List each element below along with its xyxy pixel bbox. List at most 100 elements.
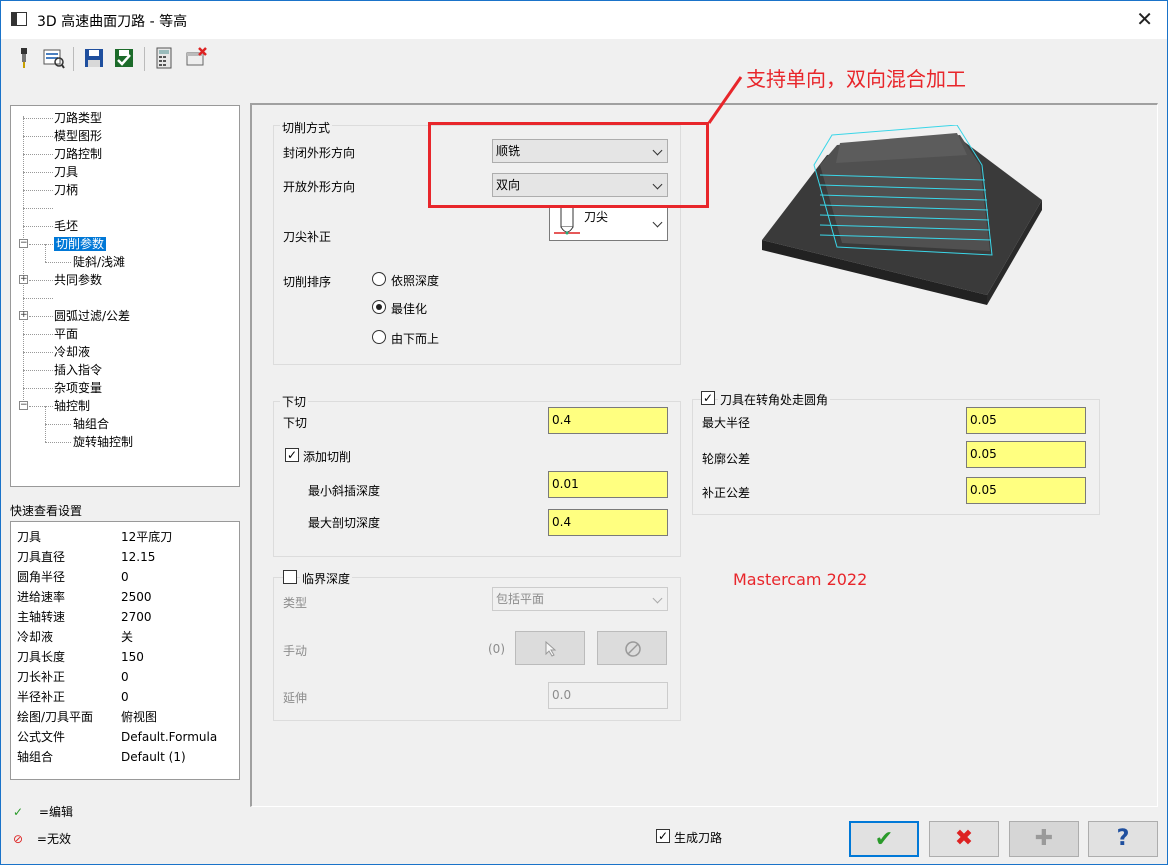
tree-item-holder[interactable]: 刀柄: [54, 181, 78, 199]
app-icon: [11, 12, 27, 26]
close-button[interactable]: ✕: [1136, 7, 1153, 31]
quickview-value: 0: [121, 690, 129, 704]
tree-guide-line: [29, 406, 53, 407]
type-select[interactable]: 包括平面: [492, 587, 668, 611]
toolbar-separator: [73, 47, 74, 71]
quickview-value: 150: [121, 650, 144, 664]
order-by-depth-radio[interactable]: [372, 272, 386, 286]
quickview-panel: 刀具 12平底刀 刀具直径 12.15 圆角半径 0 进给速率 2500 主轴转速 270…: [10, 521, 240, 780]
tree-item-planes[interactable]: 平面: [54, 325, 78, 343]
order-optimize-radio[interactable]: [372, 300, 386, 314]
profile-tol-input[interactable]: 0.05: [966, 441, 1086, 468]
quickview-value: 俯视图: [121, 710, 158, 724]
order-bottom-up-label: 由下而上: [391, 332, 440, 346]
max-cut-input[interactable]: 0.4: [548, 509, 668, 536]
calculator-icon[interactable]: [153, 47, 175, 69]
tool-tip-icon: [554, 207, 580, 235]
quickview-value: 2700: [121, 610, 152, 624]
tree-item-tool[interactable]: 刀具: [54, 163, 78, 181]
max-radius-label: 最大半径: [702, 416, 751, 430]
max-radius-input[interactable]: 0.05: [966, 407, 1086, 434]
clear-selection-button[interactable]: [597, 631, 667, 665]
min-ramp-input[interactable]: 0.01: [548, 471, 668, 498]
quickview-value: 12.15: [121, 550, 156, 564]
tree-guide-line: [45, 442, 71, 443]
save-icon[interactable]: [83, 47, 105, 69]
stepdown-input[interactable]: 0.4: [548, 407, 668, 434]
collapse-icon[interactable]: −: [19, 239, 28, 248]
tree-guide-line: [23, 154, 53, 155]
tool-icon[interactable]: [13, 47, 35, 69]
ok-button[interactable]: ✔: [849, 821, 919, 857]
quickview-value: 12平底刀: [121, 530, 173, 544]
toolbar: [1, 39, 1167, 79]
type-value: 包括平面: [496, 592, 545, 606]
profile-tol-label: 轮廓公差: [702, 452, 751, 466]
quickview-key: 轴组合: [17, 750, 54, 764]
tree-guide-line: [23, 208, 53, 209]
tree-item-arc-filter[interactable]: 圆弧过滤/公差: [54, 307, 130, 325]
tree-guide-line: [23, 116, 24, 406]
tree-item-common-params[interactable]: 共同参数: [54, 271, 102, 289]
tree-item-model-geometry[interactable]: 模型图形: [54, 127, 102, 145]
tree-item-toolpath-control[interactable]: 刀路控制: [54, 145, 102, 163]
expand-icon[interactable]: +: [19, 311, 28, 320]
main-panel: 切削方式 封闭外形方向 顺铣 开放外形方向 双向 刀尖补正 刀尖 切削排序 依照…: [250, 67, 1158, 807]
cancel-button[interactable]: ✖: [929, 821, 999, 857]
generate-toolpath-checkbox[interactable]: ✓: [656, 829, 670, 843]
chevron-down-icon: [652, 593, 663, 604]
quickview-row: 冷却液 关: [17, 627, 237, 647]
tree-item-rotary-axis[interactable]: 旋转轴控制: [73, 433, 133, 451]
order-by-depth-label: 依照深度: [391, 274, 440, 288]
quickview-key: 冷却液: [17, 630, 54, 644]
tree-guide-line: [23, 172, 53, 173]
help-button[interactable]: ?: [1088, 821, 1158, 857]
order-bottom-up-radio[interactable]: [372, 330, 386, 344]
extend-input[interactable]: 0.0: [548, 682, 668, 709]
select-cursor-button[interactable]: [515, 631, 585, 665]
dialog-window: 3D 高速曲面刀路 - 等高 ✕ 刀路类型 模型图形 刀路控制 刀具 刀柄 毛坯…: [0, 0, 1168, 865]
stepdown-title: 下切: [280, 393, 309, 410]
quickview-key: 刀具长度: [17, 650, 66, 664]
delete-icon[interactable]: [185, 47, 207, 69]
comp-tol-input[interactable]: 0.05: [966, 477, 1086, 504]
quickview-row: 进给速率 2500: [17, 587, 237, 607]
corner-rounding-checkbox[interactable]: ✓: [701, 391, 715, 405]
quickview-value: 0: [121, 670, 129, 684]
quickview-value: Default (1): [121, 750, 186, 764]
quickview-key: 公式文件: [17, 730, 66, 744]
tree-item-toolpath-type[interactable]: 刀路类型: [54, 109, 102, 127]
quickview-row: 主轴转速 2700: [17, 607, 237, 627]
add-cuts-checkbox[interactable]: ✓: [285, 448, 299, 462]
tree-item-steep-shallow[interactable]: 陡斜/浅滩: [73, 253, 125, 271]
tree-item-axis-combination[interactable]: 轴组合: [73, 415, 109, 433]
quickview-key: 绘图/刀具平面: [17, 710, 94, 724]
toolbar-separator: [144, 47, 145, 71]
save-green-icon[interactable]: [113, 47, 135, 69]
quickview-row: 刀长补正 0: [17, 667, 237, 687]
tree-item-axis-control[interactable]: 轴控制: [54, 397, 90, 415]
tree-guide-line: [23, 388, 53, 389]
quickview-value: Default.Formula: [121, 730, 218, 744]
add-button[interactable]: ✚: [1009, 821, 1079, 857]
critical-depth-checkbox[interactable]: [283, 570, 297, 584]
critical-depth-title: 临界深度: [300, 570, 353, 587]
view-icon[interactable]: [43, 47, 65, 69]
tree-item-coolant[interactable]: 冷却液: [54, 343, 90, 361]
expand-icon[interactable]: +: [19, 275, 28, 284]
tree-guide-line: [23, 190, 53, 191]
legend-invalid: ⊘ =无效: [13, 829, 71, 849]
version-text: Mastercam 2022: [733, 570, 868, 589]
cut-order-label: 切削排序: [283, 275, 332, 289]
tree-item-stock[interactable]: 毛坯: [54, 217, 78, 235]
quickview-value: 2500: [121, 590, 152, 604]
quickview-row: 轴组合 Default (1): [17, 747, 237, 767]
window-title: 3D 高速曲面刀路 - 等高: [37, 14, 188, 30]
tree-item-cut-params[interactable]: 切削参数: [54, 237, 107, 251]
tree-item-insert-commands[interactable]: 插入指令: [54, 361, 102, 379]
tree-guide-line: [23, 352, 53, 353]
tree-item-misc-values[interactable]: 杂项变量: [54, 379, 102, 397]
parameter-tree: 刀路类型 模型图形 刀路控制 刀具 刀柄 毛坯 − 切削参数 陡斜/浅滩 + 共…: [10, 105, 240, 487]
collapse-icon[interactable]: −: [19, 401, 28, 410]
tip-comp-select[interactable]: 刀尖: [549, 205, 668, 241]
